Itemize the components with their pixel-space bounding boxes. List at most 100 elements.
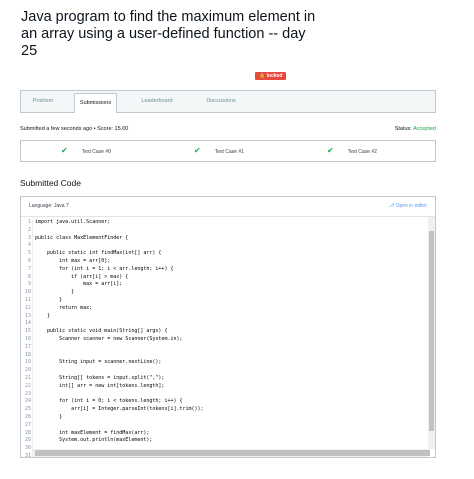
tab-bar: Problem Submissions Leaderboard Discussi… <box>20 90 436 113</box>
line-number: 26 <box>24 413 31 420</box>
submission-status: Status: Accepted <box>395 126 436 132</box>
line-number: 2 <box>27 226 31 233</box>
test-case-label: Test Case #1 <box>214 149 244 155</box>
line-number: 16 <box>24 335 31 342</box>
code-text: public class MaxElementFinder { <box>35 234 129 241</box>
code-text: public static int findMax(int[] arr) { <box>35 250 162 257</box>
code-line: 22 int[] arr = new int[tokens.length]; <box>21 383 431 391</box>
tab-problem[interactable]: Problem <box>21 91 65 112</box>
status-value: Accepted <box>413 126 436 132</box>
code-line: 21 String[] tokens = input.split(","); <box>21 375 431 383</box>
line-number: 23 <box>24 390 31 397</box>
line-number: 24 <box>24 398 31 405</box>
line-number: 12 <box>24 304 31 311</box>
code-text: String input = scanner.nextLine(); <box>35 359 162 366</box>
code-line: 2 <box>21 227 431 235</box>
line-number: 13 <box>24 312 31 319</box>
vertical-scrollbar[interactable] <box>428 217 435 449</box>
test-case-item[interactable]: ✔ Test Case #1 <box>194 141 244 161</box>
line-number: 9 <box>27 281 31 288</box>
code-line: 11 } <box>21 297 431 305</box>
code-text: for (int i = 1; i < arr.length; i++) { <box>35 265 174 272</box>
line-number: 25 <box>24 406 31 413</box>
horizontal-scrollbar[interactable] <box>33 449 430 457</box>
line-number: 17 <box>24 343 31 350</box>
line-number: 4 <box>27 242 31 249</box>
horizontal-scrollbar-thumb[interactable] <box>35 450 430 456</box>
code-line: 29 System.out.println(maxElement); <box>21 437 431 445</box>
code-line: 26 } <box>21 414 431 422</box>
code-text: System.out.println(maxElement); <box>35 437 153 444</box>
line-number: 1 <box>27 219 31 225</box>
code-text: } <box>35 296 63 303</box>
line-number: 5 <box>27 250 31 257</box>
submission-info: Submitted a few seconds ago • Score: 15.… <box>20 126 129 132</box>
test-case-item[interactable]: ✔ Test Case #0 <box>61 141 111 161</box>
code-line: 15 public static void main(String[] args… <box>21 328 431 336</box>
submitted-code-heading: Submitted Code <box>20 178 81 188</box>
line-number: 10 <box>24 289 31 296</box>
open-in-editor-label: Open in editor <box>395 203 427 209</box>
code-line: 23 <box>21 391 431 399</box>
line-number: 30 <box>24 445 31 452</box>
code-text: max = arr[i]; <box>35 281 123 288</box>
code-line: 14 <box>21 320 431 328</box>
code-text: if (arr[i] > max) { <box>35 273 129 280</box>
check-icon: ✔ <box>194 146 201 155</box>
code-panel-header: Language: Java 7 ⎇ Open in editor <box>21 197 435 217</box>
line-number: 31 <box>24 452 31 458</box>
code-text: arr[i] = Integer.parseInt(tokens[i].trim… <box>35 406 204 413</box>
test-case-label: Test Case #0 <box>81 149 111 155</box>
code-line: 9 max = arr[i]; <box>21 281 431 289</box>
code-line: 27 <box>21 422 431 430</box>
check-icon: ✔ <box>61 146 68 155</box>
test-case-label: Test Case #2 <box>347 149 377 155</box>
tab-leaderboard[interactable]: Leaderboard <box>125 91 189 112</box>
tab-discussions[interactable]: Discussions <box>191 91 251 112</box>
test-case-results: ✔ Test Case #0 ✔ Test Case #1 ✔ Test Case #… <box>20 140 436 162</box>
code-line: 25 arr[i] = Integer.parseInt(tokens[i].t… <box>21 406 431 414</box>
code-line: 12 return max; <box>21 305 431 313</box>
vertical-scrollbar-thumb[interactable] <box>429 231 434 431</box>
code-panel: Language: Java 7 ⎇ Open in editor 1 impor… <box>20 196 436 458</box>
code-text: Scanner scanner = new Scanner(System.in)… <box>35 335 183 342</box>
code-line: 24 for (int i = 0; i < tokens.length; i+… <box>21 398 431 406</box>
line-number: 22 <box>24 382 31 389</box>
code-text: import java.util.Scanner; <box>35 219 111 225</box>
line-number: 20 <box>24 367 31 374</box>
code-text: } <box>35 413 63 420</box>
code-text: return max; <box>35 304 93 311</box>
test-case-item[interactable]: ✔ Test Case #2 <box>327 141 377 161</box>
code-text: int maxElement = findMax(arr); <box>35 429 150 436</box>
code-line: 13 } <box>21 313 431 321</box>
line-number: 14 <box>24 320 31 327</box>
locked-badge-label: locked <box>266 73 283 79</box>
locked-badge: 🔒 locked <box>255 72 287 80</box>
editor-icon: ⎇ <box>388 203 396 209</box>
code-text: int[] arr = new int[tokens.length]; <box>35 382 165 389</box>
code-line: 17 <box>21 344 431 352</box>
tab-submissions[interactable]: Submissions <box>74 93 117 113</box>
code-line: 5 public static int findMax(int[] arr) { <box>21 250 431 258</box>
line-number: 28 <box>24 429 31 436</box>
line-number: 15 <box>24 328 31 335</box>
code-line: 7 for (int i = 1; i < arr.length; i++) { <box>21 266 431 274</box>
line-number: 19 <box>24 359 31 366</box>
code-line: 10 } <box>21 289 431 297</box>
code-text: for (int i = 0; i < tokens.length; i++) … <box>35 398 183 405</box>
code-line: 20 <box>21 367 431 375</box>
status-label: Status: <box>394 126 412 132</box>
code-line: 18 <box>21 352 431 360</box>
open-in-editor-link[interactable]: ⎇ Open in editor <box>388 203 427 209</box>
line-number: 11 <box>24 296 31 303</box>
line-number: 29 <box>24 437 31 444</box>
code-text: String[] tokens = input.split(","); <box>35 374 165 381</box>
code-text: public static void main(String[] args) { <box>35 328 168 335</box>
code-editor[interactable]: 1 import java.util.Scanner; 2 3 public class… <box>21 219 431 458</box>
line-number: 8 <box>27 273 31 280</box>
code-text: int max = arr[0]; <box>35 257 111 264</box>
code-line: 6 int max = arr[0]; <box>21 258 431 266</box>
line-number: 3 <box>27 234 31 241</box>
code-line: 19 String input = scanner.nextLine(); <box>21 359 431 367</box>
page-title: Java program to find the maximum element… <box>21 9 316 59</box>
